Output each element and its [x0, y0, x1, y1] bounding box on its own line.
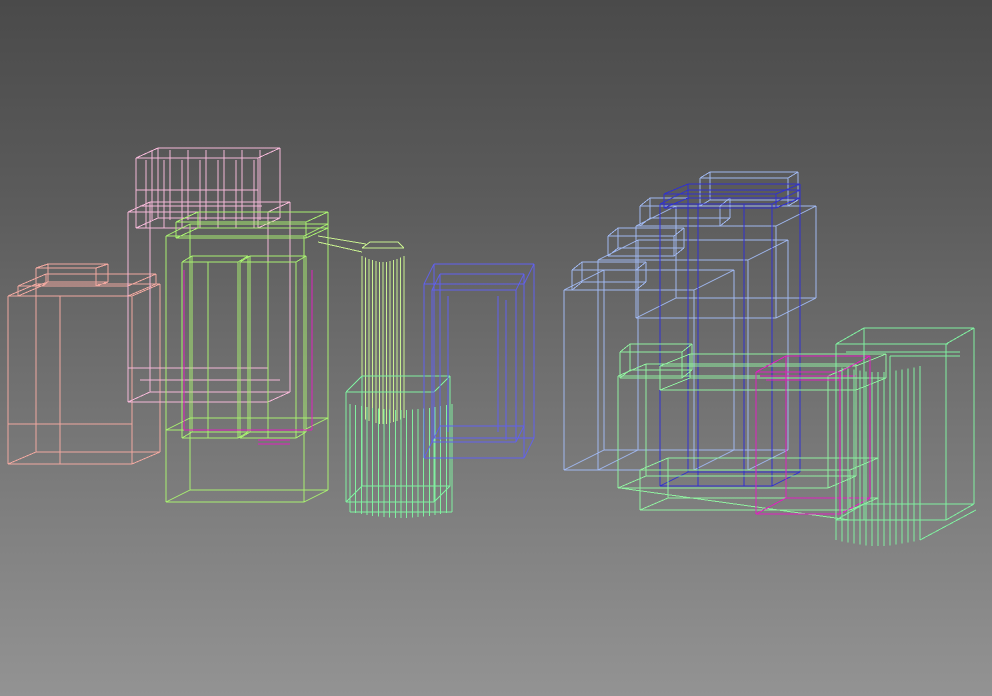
wire-edge	[431, 273, 441, 291]
wire-edge	[127, 283, 157, 297]
wire-edge	[919, 509, 977, 541]
wire-edge	[693, 449, 735, 471]
wire-edge	[165, 223, 191, 237]
lightblue-stepped-building[interactable]	[563, 171, 817, 471]
wire-edge	[135, 147, 159, 159]
wire-edge	[267, 201, 291, 213]
wire-edge	[127, 391, 151, 403]
wire-edge	[95, 263, 109, 269]
wire-edge	[639, 497, 669, 511]
wire-edge	[945, 327, 975, 345]
wire-edge	[699, 199, 711, 207]
wire-edge	[35, 263, 49, 269]
wire-edge	[747, 239, 789, 261]
wire-edge	[747, 449, 789, 471]
wire-edge	[607, 227, 619, 237]
wire-edge	[659, 377, 691, 391]
wire-edge	[257, 147, 281, 159]
wire-edge	[787, 171, 799, 179]
pink-upper-rack[interactable]	[127, 147, 291, 403]
wire-edge	[305, 211, 329, 223]
wire-edge	[317, 241, 363, 253]
wire-edge	[257, 217, 281, 229]
wire-edge	[267, 391, 291, 403]
wire-edge	[719, 217, 731, 227]
wire-edge	[607, 247, 619, 257]
wire-edge	[515, 425, 525, 443]
wire-edge	[135, 217, 159, 229]
wire-edge	[165, 417, 191, 431]
wire-edge	[515, 273, 525, 291]
wire-edge	[239, 431, 251, 439]
wire-edge	[619, 343, 631, 353]
wire-edge	[433, 485, 451, 503]
wire-edge	[693, 269, 735, 291]
wire-edge	[639, 217, 651, 227]
green-column[interactable]	[317, 235, 405, 424]
green-low-counter[interactable]	[617, 343, 887, 521]
wire-edge	[397, 241, 405, 249]
wire-edge	[237, 255, 249, 263]
wire-edge	[523, 437, 535, 459]
wire-edge	[755, 497, 787, 515]
wire-edge	[663, 183, 689, 195]
wire-edge	[617, 475, 647, 489]
wire-edge	[639, 197, 651, 207]
salmon-cabinet[interactable]	[7, 263, 161, 465]
wire-edge	[699, 171, 711, 179]
wire-edge	[835, 327, 865, 345]
green-tall-cabinet[interactable]	[165, 211, 329, 503]
wire-edge	[7, 451, 37, 465]
wireframe-scene	[7, 147, 977, 546]
wire-edge	[175, 211, 199, 223]
wire-edge	[317, 235, 367, 245]
wire-edge	[131, 451, 161, 465]
blue-tall-tower[interactable]	[659, 183, 801, 487]
wire-edge	[303, 417, 329, 431]
wire-edge	[345, 375, 363, 393]
wire-edge	[659, 471, 689, 487]
wire-edge	[681, 343, 693, 353]
wire-edge	[303, 489, 329, 503]
wire-edge	[165, 489, 191, 503]
blue-door-frame[interactable]	[423, 263, 535, 459]
wire-edge	[945, 503, 975, 521]
wire-edge	[775, 297, 817, 319]
wire-edge	[361, 241, 371, 249]
wire-edge	[635, 205, 677, 227]
wire-edge	[131, 283, 161, 297]
green-rounded-tank[interactable]	[835, 327, 977, 546]
wire-edge	[635, 297, 677, 319]
3d-viewport[interactable]	[0, 0, 992, 696]
wire-edge	[719, 197, 731, 207]
wire-edge	[523, 263, 535, 285]
wire-edge	[423, 263, 435, 285]
wire-edge	[775, 205, 817, 227]
wire-edge	[127, 201, 151, 213]
wire-edge	[345, 485, 363, 503]
wire-edge	[639, 457, 669, 471]
wire-edge	[571, 261, 583, 271]
green-round-planter[interactable]	[345, 375, 453, 518]
magenta-small-box[interactable]	[755, 355, 871, 515]
wire-edge	[431, 425, 441, 443]
